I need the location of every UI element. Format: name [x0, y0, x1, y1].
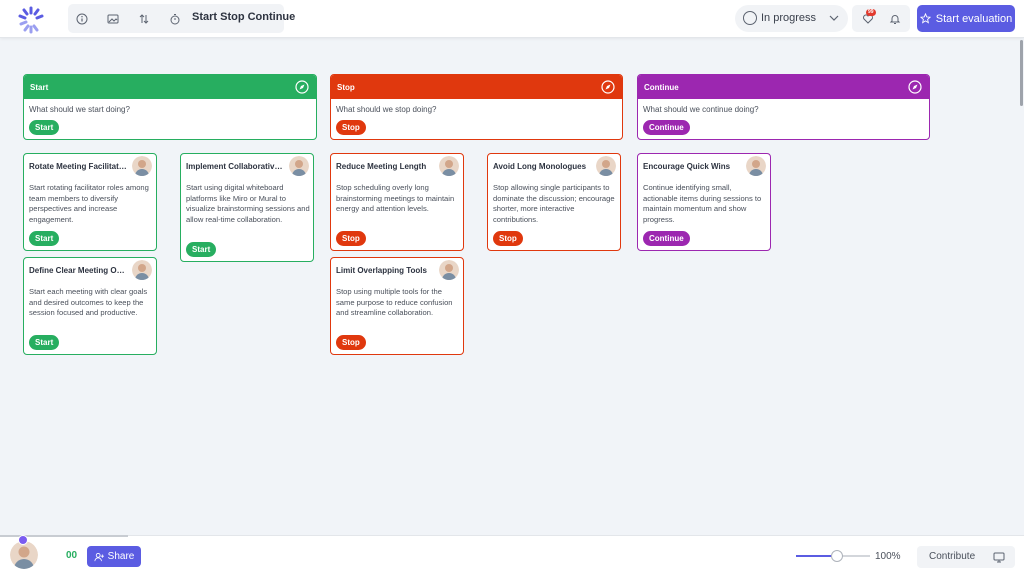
start-evaluation-button[interactable]: Start evaluation: [917, 5, 1015, 32]
avatar[interactable]: [10, 541, 38, 569]
card-body: Continue identifying small, actionable i…: [643, 183, 762, 225]
card[interactable]: Encourage Quick Wins Continue identifyin…: [637, 153, 771, 251]
column-stop: Stop What should we stop doing? Stop: [330, 74, 623, 140]
column-header-bar: Start: [24, 75, 316, 99]
bell-icon[interactable]: [885, 9, 905, 29]
chevron-down-icon: [829, 15, 839, 21]
card-tag[interactable]: Continue: [643, 231, 690, 246]
toolbar-group: Start Stop Continue: [68, 4, 295, 33]
card[interactable]: Avoid Long Monologues Stop allowing sing…: [487, 153, 621, 251]
card-body: Stop scheduling overly long brainstormin…: [336, 183, 455, 214]
image-icon[interactable]: [103, 9, 123, 29]
timer-icon[interactable]: [165, 9, 185, 29]
contribute-button[interactable]: Contribute: [917, 546, 1015, 568]
card-title: Rotate Meeting Facilitators: [29, 162, 129, 171]
card-title: Limit Overlapping Tools: [336, 266, 427, 275]
zoom-level: 100%: [875, 551, 901, 562]
column-prompt: What should we start doing?: [29, 105, 130, 114]
status-label: In progress: [761, 12, 817, 24]
app-logo[interactable]: [8, 4, 54, 34]
card-body: Stop using multiple tools for the same p…: [336, 287, 453, 318]
card[interactable]: Implement Collaborative Tools Start usin…: [180, 153, 314, 262]
card-title: Encourage Quick Wins: [643, 162, 731, 171]
card-title: Avoid Long Monologues: [493, 162, 587, 171]
column-tag[interactable]: Start: [29, 120, 60, 135]
status-circle-icon: [743, 11, 757, 25]
column-start: Start What should we start doing? Start: [23, 74, 317, 140]
info-icon[interactable]: [72, 9, 92, 29]
avatar: [746, 156, 766, 176]
timer-readout: 00: [66, 550, 78, 561]
column-header-bar: Stop: [331, 75, 622, 99]
card-tag[interactable]: Start: [29, 335, 60, 350]
column-title: Stop: [337, 83, 355, 92]
column-title: Start: [30, 83, 49, 92]
column-header-bar: Continue: [638, 75, 929, 99]
share-label: Share: [107, 551, 135, 562]
notification-group: 99: [852, 5, 910, 32]
card-body: Start each meeting with clear goals and …: [29, 287, 148, 318]
status-dropdown[interactable]: In progress: [735, 5, 848, 32]
zoom-slider-handle[interactable]: [830, 550, 843, 562]
compass-icon[interactable]: [601, 80, 615, 94]
contribute-label: Contribute: [929, 551, 976, 562]
card-tag[interactable]: Stop: [493, 231, 523, 246]
column-tag[interactable]: Continue: [643, 120, 690, 135]
column-prompt: What should we stop doing?: [336, 105, 437, 114]
card-body: Stop allowing single participants to dom…: [493, 183, 615, 225]
avatar: [289, 156, 309, 176]
avatar: [132, 260, 152, 280]
scrollbar[interactable]: [1020, 40, 1023, 106]
board-title[interactable]: Start Stop Continue: [192, 11, 295, 23]
share-button[interactable]: Share: [87, 546, 141, 567]
card-title: Reduce Meeting Length: [336, 162, 427, 171]
card-title: Define Clear Meeting Objectives: [29, 266, 129, 275]
avatar: [132, 156, 152, 176]
card-tag[interactable]: Start: [29, 231, 60, 246]
compass-icon[interactable]: [908, 80, 922, 94]
compass-icon[interactable]: [295, 80, 309, 94]
card[interactable]: Reduce Meeting Length Stop scheduling ov…: [330, 153, 464, 251]
card[interactable]: Limit Overlapping Tools Stop using multi…: [330, 257, 464, 355]
avatar: [439, 156, 459, 176]
bottom-bar: 00 Share 100% Contribute: [0, 535, 1024, 576]
card-title: Implement Collaborative Tools: [186, 162, 286, 171]
notification-badge: 99: [866, 9, 876, 16]
card-body: Start rotating facilitator roles among t…: [29, 183, 149, 225]
column-continue: Continue What should we continue doing? …: [637, 74, 930, 140]
sort-icon[interactable]: [134, 9, 154, 29]
presence-dot-icon: [18, 535, 28, 545]
column-title: Continue: [644, 83, 679, 92]
card[interactable]: Define Clear Meeting Objectives Start ea…: [23, 257, 157, 355]
user-plus-icon: [94, 552, 104, 561]
card-tag[interactable]: Stop: [336, 231, 366, 246]
card[interactable]: Rotate Meeting Facilitators Start rotati…: [23, 153, 157, 251]
avatar: [596, 156, 616, 176]
start-evaluation-label: Start evaluation: [935, 12, 1013, 25]
card-tag[interactable]: Start: [186, 242, 217, 257]
star-icon: [919, 13, 931, 24]
avatar: [439, 260, 459, 280]
column-prompt: What should we continue doing?: [643, 105, 759, 114]
card-tag[interactable]: Stop: [336, 335, 366, 350]
card-body: Start using digital whiteboard platforms…: [186, 183, 310, 225]
top-bar: Start Stop Continue In progress 99 Start…: [0, 0, 1024, 38]
monitor-icon: [993, 552, 1005, 563]
column-tag[interactable]: Stop: [336, 120, 366, 135]
